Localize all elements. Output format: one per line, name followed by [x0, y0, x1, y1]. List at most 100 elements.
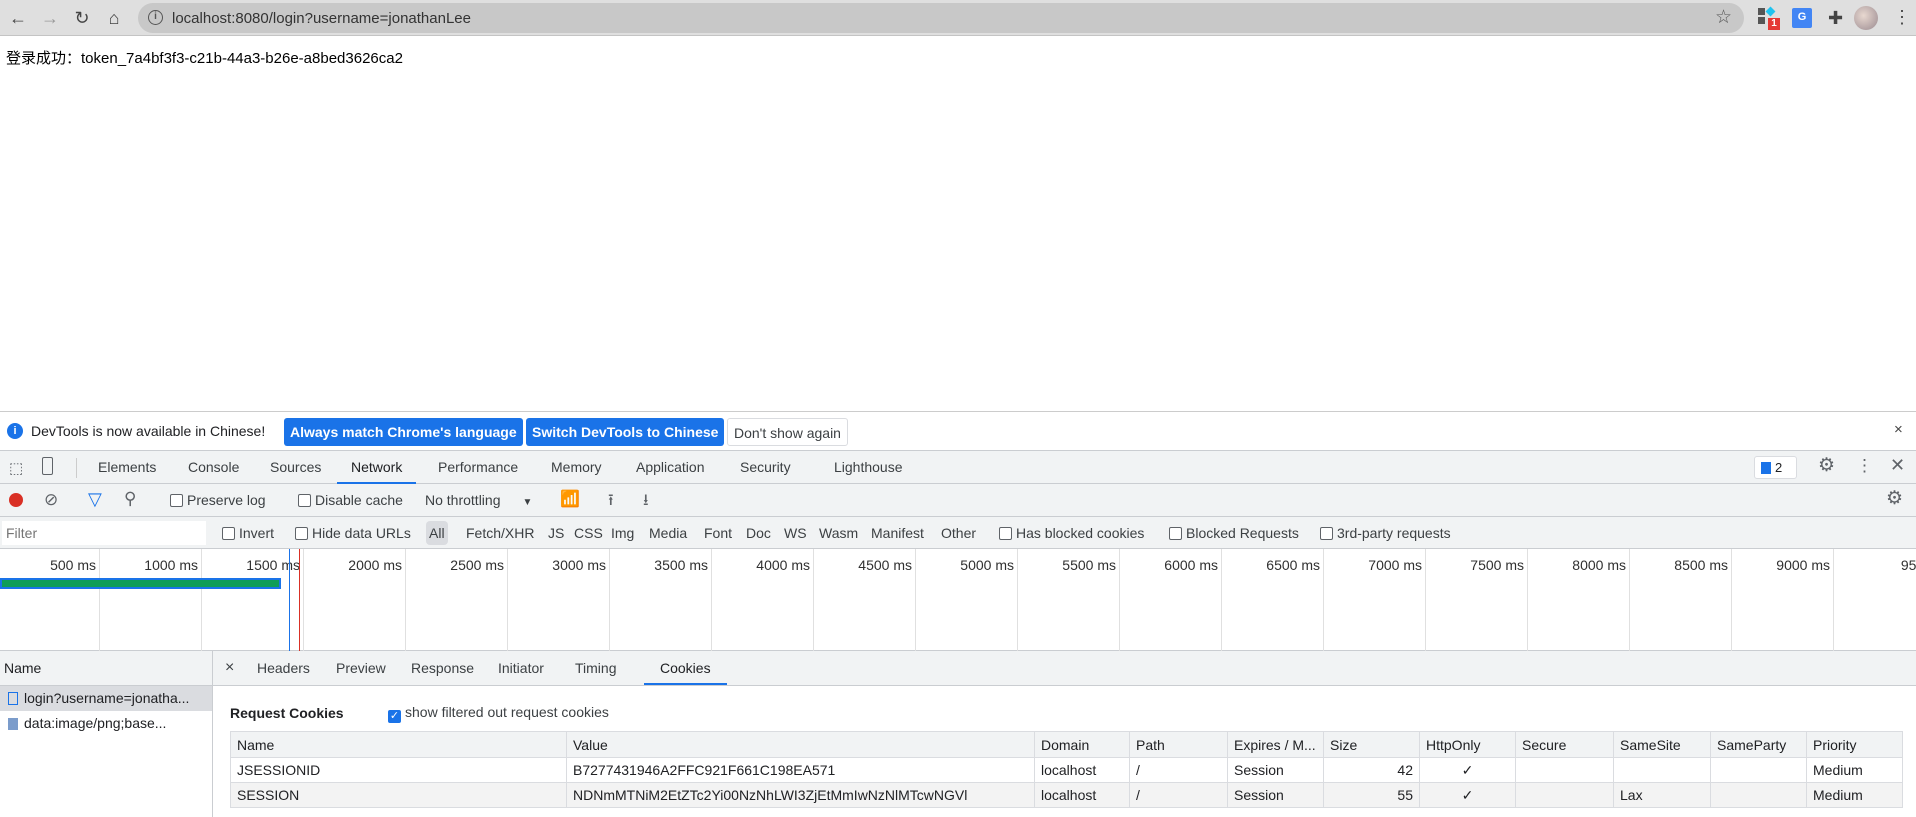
- invert-label: Invert: [239, 525, 275, 541]
- tab-sources[interactable]: Sources: [268, 451, 323, 484]
- name-column-header[interactable]: Name: [0, 651, 212, 686]
- timeline-gridline: [405, 549, 406, 651]
- timeline-tick-label: 6500 ms: [1266, 557, 1320, 573]
- tab-memory[interactable]: Memory: [549, 451, 604, 484]
- cookie-row[interactable]: SESSION NDNmMTNiM2EtZTc2Yi00NzNhLWI3ZjEtM…: [230, 782, 1903, 808]
- column-header[interactable]: Path: [1129, 731, 1228, 758]
- infobar-close-icon[interactable]: ×: [1894, 421, 1903, 438]
- column-header[interactable]: Expires / M...: [1227, 731, 1324, 758]
- menu-kebab-icon[interactable]: ⋮: [1892, 8, 1912, 28]
- timeline-gridline: [1323, 549, 1324, 651]
- filter-input[interactable]: [2, 521, 206, 545]
- cookie-cell: Medium: [1806, 782, 1903, 808]
- bookmark-star-icon[interactable]: ☆: [1715, 6, 1732, 29]
- disable-cache-checkbox[interactable]: Disable cache: [298, 492, 403, 508]
- more-options-icon[interactable]: ⋮: [1856, 456, 1873, 476]
- third-party-requests-checkbox[interactable]: 3rd-party requests: [1320, 525, 1451, 541]
- switch-to-chinese-button[interactable]: Switch DevTools to Chinese: [526, 418, 725, 446]
- extension-badge: 1: [1768, 18, 1780, 30]
- column-header[interactable]: SameParty: [1710, 731, 1807, 758]
- tab-performance[interactable]: Performance: [436, 451, 520, 484]
- home-button[interactable]: ⌂: [102, 6, 126, 30]
- type-filter-manifest[interactable]: Manifest: [871, 525, 924, 541]
- extensions-puzzle-icon[interactable]: ✚: [1828, 8, 1848, 28]
- column-header[interactable]: Secure: [1515, 731, 1614, 758]
- type-filter-other[interactable]: Other: [941, 525, 976, 541]
- reload-button[interactable]: ↻: [70, 6, 94, 30]
- close-devtools-icon[interactable]: ✕: [1890, 455, 1905, 476]
- site-info-icon[interactable]: i: [148, 10, 163, 25]
- record-button[interactable]: [9, 493, 23, 507]
- type-filter-doc[interactable]: Doc: [746, 525, 771, 541]
- address-bar[interactable]: i localhost:8080/login?username=jonathan…: [138, 3, 1744, 33]
- show-filtered-cookies-checkbox[interactable]: ✓ show filtered out request cookies: [388, 704, 609, 723]
- invert-checkbox[interactable]: Invert: [222, 525, 274, 541]
- hide-data-urls-checkbox[interactable]: Hide data URLs: [295, 525, 411, 541]
- throttling-select[interactable]: No throttling ▼: [425, 492, 532, 508]
- tab-cookies[interactable]: Cookies: [644, 651, 727, 685]
- back-button[interactable]: ←: [6, 6, 30, 30]
- issues-button[interactable]: 2: [1754, 456, 1797, 479]
- type-filter-wasm[interactable]: Wasm: [819, 525, 858, 541]
- type-filter-img[interactable]: Img: [611, 525, 634, 541]
- type-filter-ws[interactable]: WS: [784, 525, 807, 541]
- column-header[interactable]: Name: [230, 731, 567, 758]
- column-header[interactable]: Priority: [1806, 731, 1903, 758]
- tab-headers[interactable]: Headers: [257, 651, 310, 685]
- request-row[interactable]: data:image/png;base...: [0, 711, 212, 736]
- tab-application[interactable]: Application: [634, 451, 707, 484]
- always-match-language-button[interactable]: Always match Chrome's language: [284, 418, 523, 446]
- tab-security[interactable]: Security: [738, 451, 793, 484]
- tab-timing[interactable]: Timing: [575, 651, 617, 685]
- tab-lighthouse[interactable]: Lighthouse: [832, 451, 905, 484]
- column-header[interactable]: Domain: [1034, 731, 1130, 758]
- search-icon[interactable]: ⚲: [124, 489, 136, 509]
- column-header[interactable]: HttpOnly: [1419, 731, 1516, 758]
- cookie-cell: Session: [1227, 782, 1324, 808]
- extension-icon[interactable]: 1: [1758, 6, 1780, 30]
- column-header[interactable]: SameSite: [1613, 731, 1711, 758]
- preserve-log-checkbox[interactable]: Preserve log: [170, 492, 266, 508]
- network-conditions-icon[interactable]: 📶: [560, 489, 580, 509]
- network-settings-icon[interactable]: ⚙: [1886, 487, 1903, 510]
- blocked-requests-checkbox[interactable]: Blocked Requests: [1169, 525, 1299, 541]
- type-filter-media[interactable]: Media: [649, 525, 687, 541]
- tab-response[interactable]: Response: [411, 651, 474, 685]
- type-filter-css[interactable]: CSS: [574, 525, 603, 541]
- type-filter-font[interactable]: Font: [704, 525, 732, 541]
- type-filter-js[interactable]: JS: [548, 525, 564, 541]
- inspect-element-icon[interactable]: ⬚: [9, 459, 23, 477]
- type-filter-fetch-xhr[interactable]: Fetch/XHR: [466, 525, 534, 541]
- cookie-cell: NDNmMTNiM2EtZTc2Yi00NzNhLWI3ZjEtMmIwNzNl…: [566, 782, 1035, 808]
- request-row[interactable]: login?username=jonatha...: [0, 686, 212, 711]
- filter-icon[interactable]: ▽: [88, 489, 102, 510]
- settings-gear-icon[interactable]: ⚙: [1818, 454, 1835, 477]
- cookie-row[interactable]: JSESSIONID B7277431946A2FFC921F661C198EA5…: [230, 757, 1903, 783]
- cookie-cell: Lax: [1613, 782, 1711, 808]
- close-detail-icon[interactable]: ×: [225, 651, 234, 685]
- image-icon: [8, 718, 18, 730]
- export-har-icon[interactable]: ⭳: [643, 489, 649, 516]
- tab-elements[interactable]: Elements: [96, 451, 158, 484]
- clear-icon[interactable]: ⊘: [44, 490, 58, 510]
- type-filter-all[interactable]: All: [426, 521, 448, 545]
- cookie-cell: 55: [1323, 782, 1420, 808]
- network-overview-timeline[interactable]: 500 ms 1000 ms 1500 ms 2000 ms 2500 ms 3000 m…: [0, 549, 1916, 651]
- column-header[interactable]: Size: [1323, 731, 1420, 758]
- request-name: login?username=jonatha...: [24, 690, 190, 706]
- device-toolbar-icon[interactable]: [42, 457, 53, 475]
- timeline-tick-label: 7500 ms: [1470, 557, 1524, 573]
- tab-console[interactable]: Console: [186, 451, 241, 484]
- timeline-gridline: [711, 549, 712, 651]
- column-header[interactable]: Value: [566, 731, 1035, 758]
- filter-bar: Invert Hide data URLs All Fetch/XHR JS C…: [0, 517, 1916, 549]
- tab-preview[interactable]: Preview: [336, 651, 386, 685]
- tab-network[interactable]: Network: [337, 451, 417, 484]
- dont-show-again-button[interactable]: Don't show again: [727, 418, 848, 446]
- import-har-icon[interactable]: ⭱: [608, 489, 614, 516]
- profile-avatar[interactable]: [1854, 6, 1878, 30]
- tab-initiator[interactable]: Initiator: [498, 651, 544, 685]
- forward-button[interactable]: →: [38, 6, 62, 30]
- translate-extension-icon[interactable]: G: [1792, 8, 1812, 28]
- has-blocked-cookies-checkbox[interactable]: Has blocked cookies: [999, 525, 1144, 541]
